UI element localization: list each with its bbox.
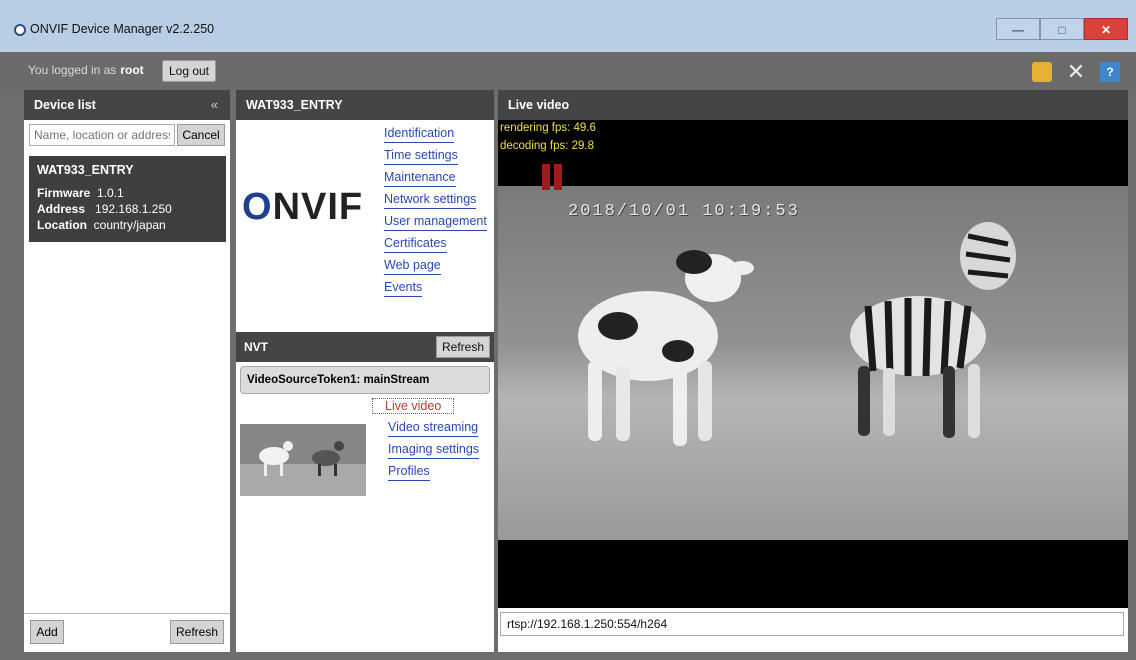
window-title: ONVIF Device Manager v2.2.250 [30, 22, 215, 36]
link-imaging-settings[interactable]: Imaging settings [388, 442, 480, 459]
link-profiles[interactable]: Profiles [388, 464, 430, 481]
video-frame [498, 186, 1128, 540]
device-list-header: Device list « [24, 90, 230, 120]
device-panel: WAT933_ENTRY ONVIF Identification Time s… [236, 90, 494, 652]
login-prefix: You logged in as [28, 63, 117, 77]
link-web-page[interactable]: Web page [384, 258, 441, 275]
location-value: country/japan [93, 218, 166, 232]
firmware-value: 1.0.1 [97, 186, 124, 200]
device-list-title: Device list [34, 98, 96, 112]
logout-button[interactable]: Log out [162, 60, 216, 82]
onvif-logo: ONVIF [242, 186, 363, 229]
plugin-icon[interactable] [1032, 62, 1052, 82]
location-label: Location [37, 218, 87, 232]
device-list-item[interactable]: WAT933_ENTRY Firmware 1.0.1 Address 192.… [29, 156, 226, 242]
close-button[interactable]: ✕ [1084, 18, 1128, 40]
video-thumbnail[interactable] [240, 424, 366, 496]
live-video-body: rendering fps: 49.6 decoding fps: 29.8 2… [498, 120, 1128, 652]
address-value: 192.168.1.250 [95, 202, 172, 216]
nvt-refresh-button[interactable]: Refresh [436, 336, 490, 358]
login-bar: You logged in as root Log out ✕ ? [0, 52, 1136, 90]
link-time-settings[interactable]: Time settings [384, 148, 458, 165]
window-titlebar: ONVIF Device Manager v2.2.250 — □ ✕ [0, 0, 1136, 52]
login-user: root [120, 63, 144, 77]
stream-url-field[interactable] [500, 612, 1124, 636]
video-viewport[interactable]: rendering fps: 49.6 decoding fps: 29.8 2… [498, 120, 1128, 608]
video-timestamp-overlay: 2018/10/01 10:19:53 [568, 202, 800, 221]
pause-icon[interactable] [542, 164, 564, 190]
device-list-body: Cancel WAT933_ENTRY Firmware 1.0.1 Addre… [24, 120, 230, 614]
link-identification[interactable]: Identification [384, 126, 455, 143]
device-panel-title: WAT933_ENTRY [236, 90, 494, 120]
tools-icon[interactable]: ✕ [1066, 61, 1086, 83]
link-video-streaming[interactable]: Video streaming [388, 420, 479, 437]
refresh-devices-button[interactable]: Refresh [170, 620, 224, 644]
link-user-management[interactable]: User management [384, 214, 487, 231]
onvif-logo-o: O [242, 186, 273, 228]
device-panel-body: ONVIF Identification Time settings Maint… [236, 120, 494, 652]
device-name: WAT933_ENTRY [37, 163, 134, 177]
firmware-label: Firmware [37, 186, 91, 200]
link-events[interactable]: Events [384, 280, 423, 297]
decoding-fps: decoding fps: 29.8 [500, 140, 594, 152]
collapse-icon[interactable]: « [211, 90, 218, 120]
login-status: You logged in as root [28, 63, 144, 77]
link-network-settings[interactable]: Network settings [384, 192, 477, 209]
search-input[interactable] [29, 124, 175, 146]
live-video-title: Live video [498, 90, 1128, 120]
minimize-button[interactable]: — [996, 18, 1040, 40]
rendering-fps: rendering fps: 49.6 [500, 122, 596, 134]
address-label: Address [37, 202, 86, 216]
live-video-panel: Live video rendering fps: 49.6 decoding … [498, 90, 1128, 652]
link-certificates[interactable]: Certificates [384, 236, 447, 253]
app-logo-icon [14, 24, 26, 36]
maximize-button[interactable]: □ [1040, 18, 1084, 40]
link-live-video[interactable]: Live video [372, 398, 455, 414]
link-maintenance[interactable]: Maintenance [384, 170, 456, 187]
onvif-logo-text: NVIF [272, 186, 364, 228]
add-device-button[interactable]: Add [30, 620, 64, 644]
stream-selector[interactable]: VideoSourceToken1: mainStream [240, 366, 490, 394]
cancel-button[interactable]: Cancel [177, 124, 225, 146]
device-list-panel: Device list « Cancel WAT933_ENTRY Firmwa… [24, 90, 230, 652]
help-icon[interactable]: ? [1100, 62, 1120, 82]
device-list-footer: Add Refresh [24, 614, 230, 652]
